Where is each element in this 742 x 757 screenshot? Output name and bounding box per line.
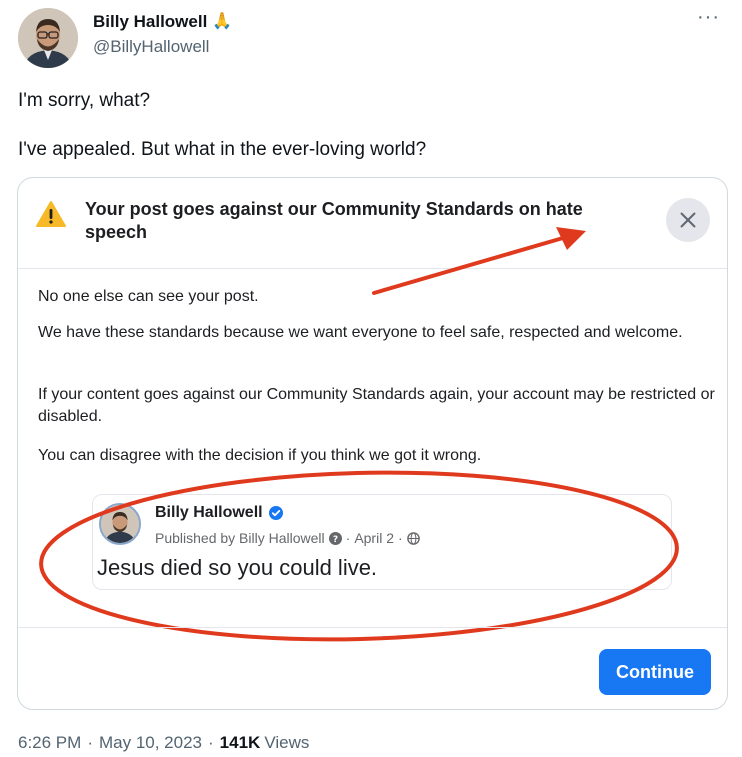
post-published-by: Published by Billy Hallowell (155, 530, 325, 546)
notice-title: Your post goes against our Community Sta… (85, 199, 583, 242)
footer-separator-2: · (208, 733, 214, 752)
tweet: Billy Hallowell 🙏 @BillyHallowell ··· I'… (0, 0, 742, 757)
post-name-row: Billy Hallowell (155, 504, 283, 522)
post-author-name: Billy Hallowell (155, 504, 263, 521)
notice-paragraph-2: We have these standards because we want … (38, 324, 683, 341)
meta-separator-1: · (345, 530, 351, 546)
close-icon (680, 212, 696, 228)
post-meta: Published by Billy Hallowell ? · April 2… (155, 530, 424, 546)
praying-hands-icon: 🙏 (212, 13, 233, 30)
notice-divider-bottom (18, 627, 727, 628)
tweet-footer: 6:26 PM · May 10, 2023 · 141K Views (18, 733, 309, 753)
author-name[interactable]: Billy Hallowell (93, 12, 207, 32)
tweet-text-line-2: I've appealed. But what in the ever-lovi… (18, 139, 427, 160)
notice-divider-top (18, 268, 727, 269)
verified-badge-icon (268, 506, 283, 520)
tweet-text-line-1: I'm sorry, what? (18, 90, 151, 111)
more-options-icon[interactable]: ··· (697, 6, 720, 29)
footer-separator-1: · (87, 733, 93, 752)
meta-separator-2: · (398, 530, 403, 546)
notice-paragraph-4: You can disagree with the decision if yo… (38, 447, 482, 464)
globe-icon (406, 531, 420, 545)
post-author-avatar (99, 503, 141, 545)
tweet-time[interactable]: 6:26 PM (18, 733, 81, 753)
author-name-row[interactable]: Billy Hallowell 🙏 (93, 12, 232, 32)
author-avatar[interactable] (18, 8, 78, 68)
author-handle[interactable]: @BillyHallowell (93, 37, 209, 57)
notice-paragraph-3: If your content goes against our Communi… (38, 386, 715, 425)
help-icon: ? (328, 531, 342, 545)
post-date: April 2 (354, 530, 394, 546)
red-annotations (39, 227, 679, 642)
warning-icon (36, 201, 66, 227)
views-count[interactable]: 141K (220, 733, 261, 753)
svg-text:?: ? (333, 535, 338, 545)
flagged-post-card: Billy Hallowell Published by Billy Hallo… (92, 494, 672, 590)
continue-button[interactable]: Continue (599, 649, 711, 695)
notice-paragraph-1: No one else can see your post. (38, 288, 259, 305)
views-label[interactable]: Views (264, 733, 309, 753)
red-arrow-shaft (372, 236, 565, 295)
post-text: Jesus died so you could live. (97, 555, 378, 580)
embedded-image[interactable]: Your post goes against our Community Sta… (17, 177, 728, 710)
tweet-date[interactable]: May 10, 2023 (99, 733, 202, 753)
close-button[interactable] (666, 198, 710, 242)
